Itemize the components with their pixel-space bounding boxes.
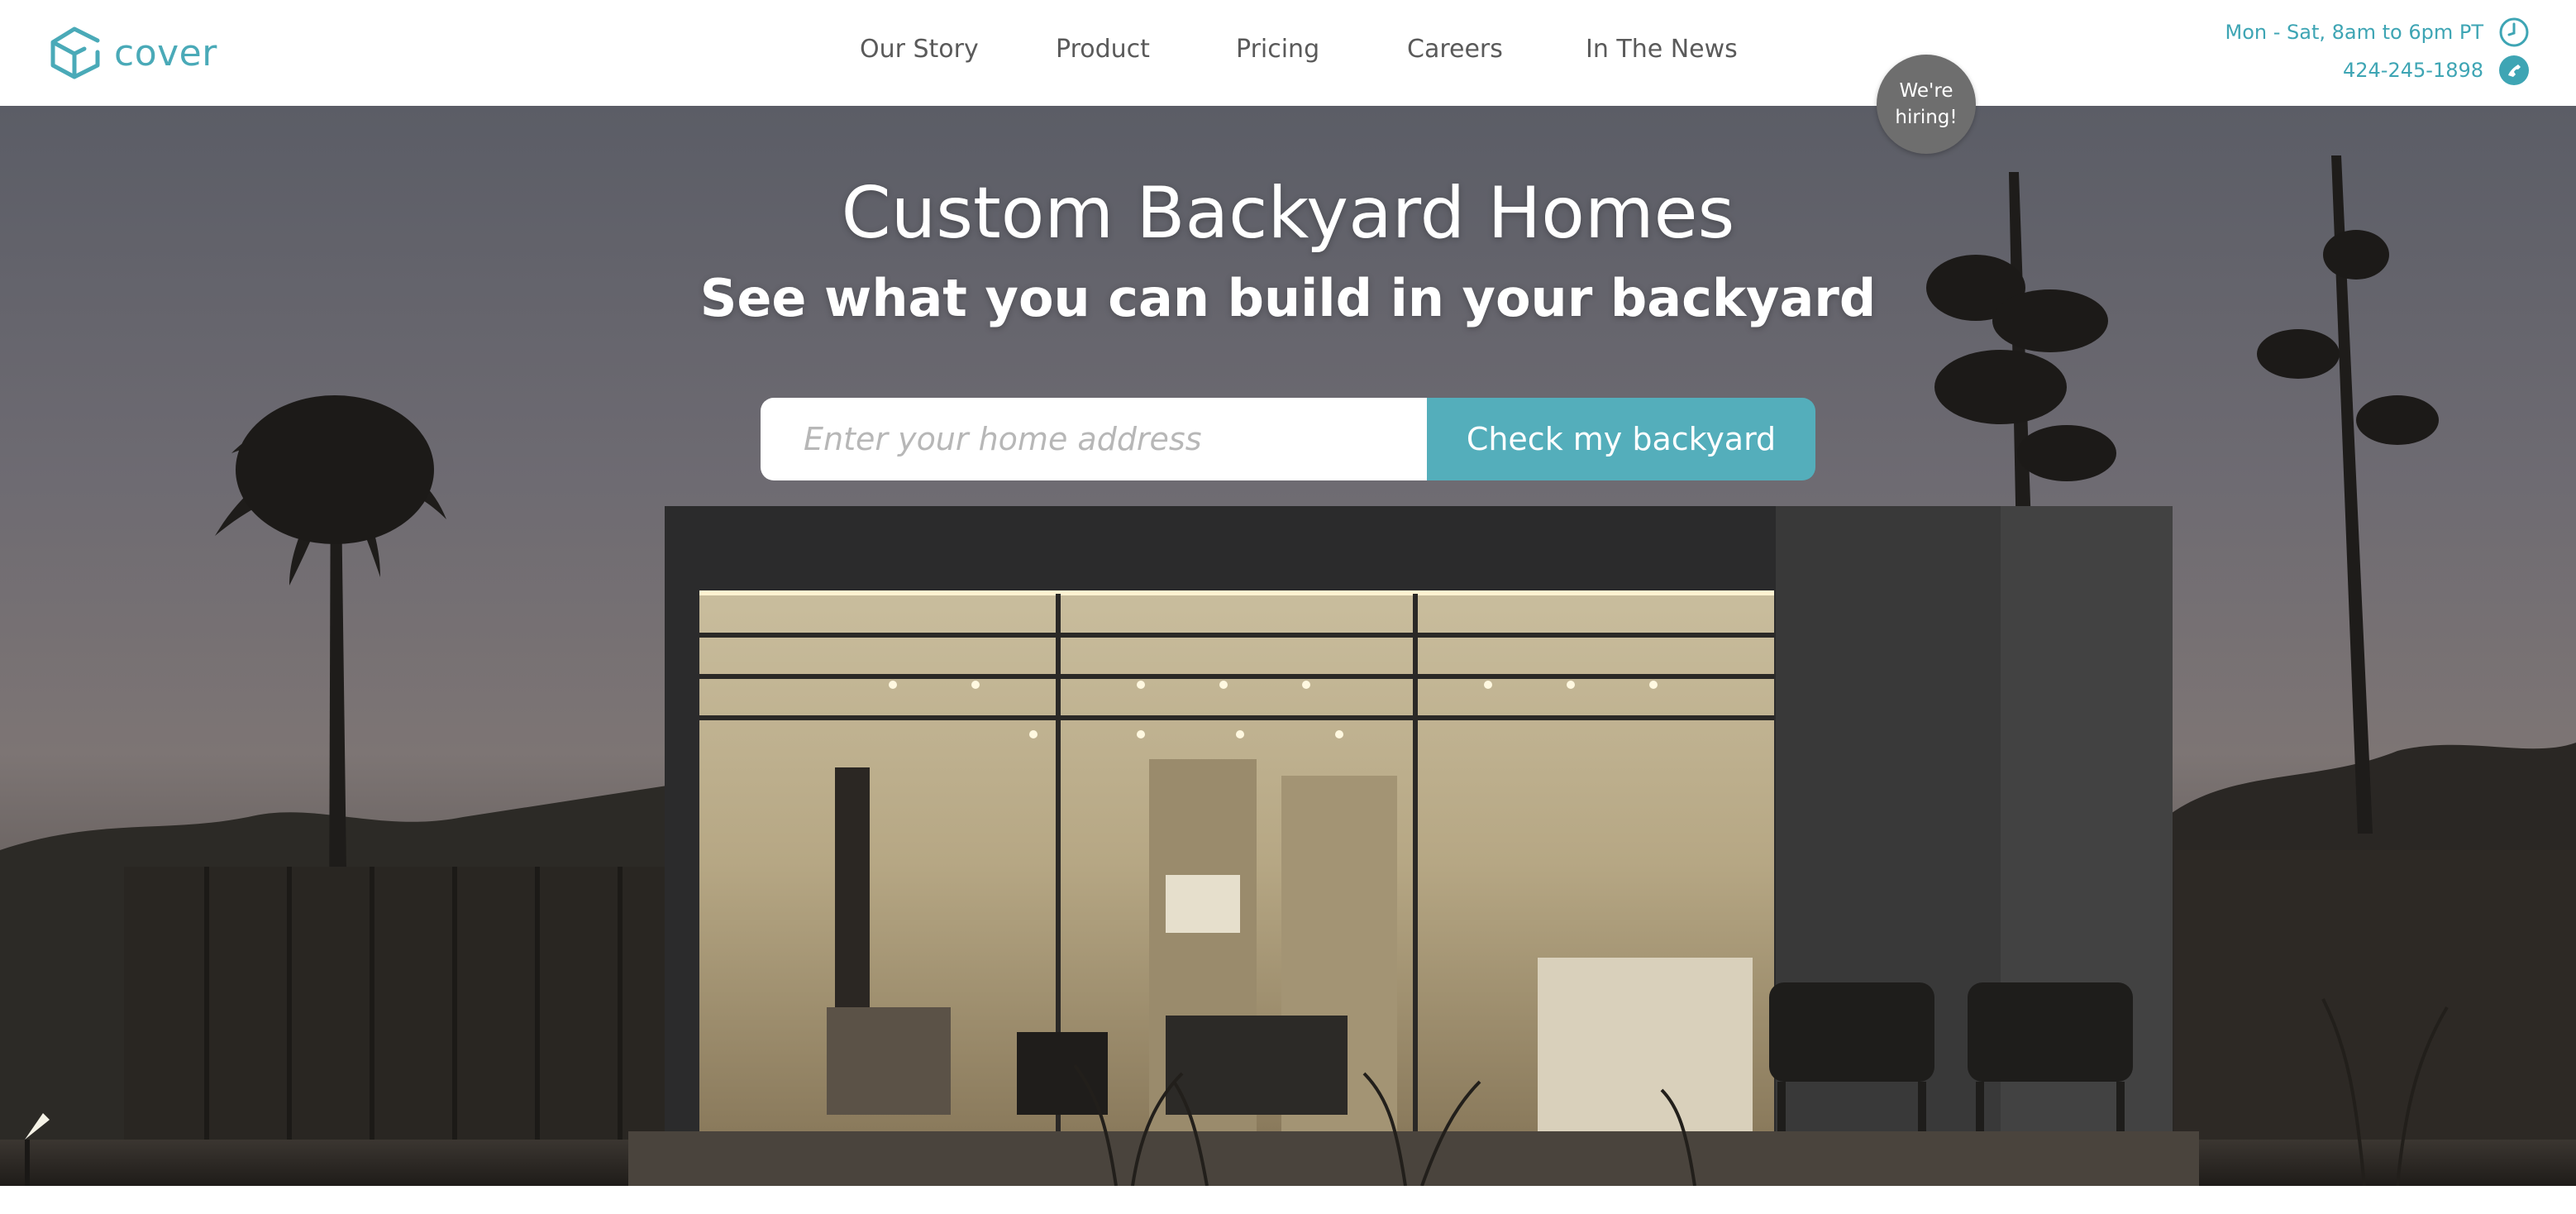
phone-number[interactable]: 424-245-1898	[2343, 59, 2483, 82]
contact-info: Mon - Sat, 8am to 6pm PT 424-245-1898	[2225, 13, 2530, 89]
nav-in-the-news[interactable]: In The News	[1586, 35, 1738, 64]
page-bottom-strip	[0, 1186, 2576, 1214]
phone-row[interactable]: 424-245-1898	[2225, 51, 2530, 89]
address-input[interactable]	[761, 398, 1427, 480]
hero-section: Custom Backyard Homes See what you can b…	[0, 106, 2576, 1186]
phone-icon[interactable]	[2498, 55, 2530, 86]
hiring-badge[interactable]: We're hiring!	[1877, 55, 1976, 154]
nav-pricing[interactable]: Pricing	[1236, 35, 1319, 64]
nav-product[interactable]: Product	[1056, 35, 1150, 64]
address-search-form: Check my backyard	[761, 398, 1815, 480]
site-header: cover Our Story Product Pricing Careers …	[0, 0, 2576, 106]
cover-logo-icon	[50, 26, 100, 79]
clock-icon	[2499, 17, 2529, 47]
hiring-badge-text[interactable]: We're hiring!	[1881, 78, 1972, 131]
check-backyard-button[interactable]: Check my backyard	[1427, 398, 1815, 480]
cover-logo[interactable]: cover	[48, 23, 217, 83]
hero-subtitle: See what you can build in your backyard	[699, 268, 1877, 328]
nav-our-story[interactable]: Our Story	[860, 35, 979, 64]
brand-name: cover	[114, 31, 217, 74]
hero-title: Custom Backyard Homes	[841, 172, 1735, 255]
nav-careers[interactable]: Careers	[1407, 35, 1503, 64]
business-hours: Mon - Sat, 8am to 6pm PT	[2225, 13, 2530, 51]
business-hours-text: Mon - Sat, 8am to 6pm PT	[2225, 21, 2483, 44]
